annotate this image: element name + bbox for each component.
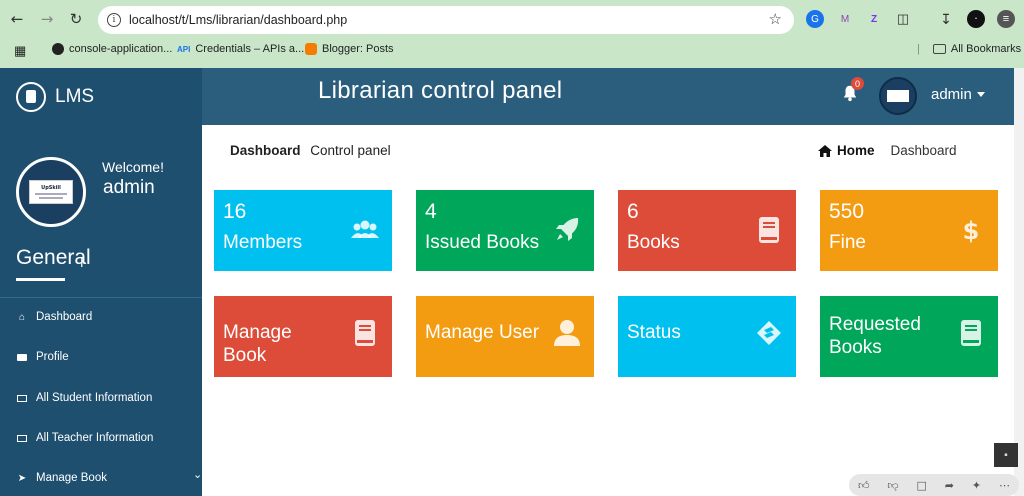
extension-icon[interactable]: G [806, 10, 824, 28]
users-icon [351, 220, 379, 238]
extensions-puzzle-icon[interactable]: ◫ [894, 10, 912, 28]
book-icon [759, 217, 779, 243]
divider [0, 297, 202, 298]
browser-chrome: ← → ↻ i localhost/t/Lms/librarian/dashbo… [0, 0, 1024, 68]
comment-icon[interactable]: □ [916, 479, 926, 492]
address-bar[interactable]: i localhost/t/Lms/librarian/dashboard.ph… [98, 6, 794, 34]
id-card-icon [16, 352, 28, 362]
thumbs-down-icon[interactable]: 👎︎ [887, 479, 898, 492]
forward-icon[interactable]: → [36, 8, 58, 30]
download-icon[interactable]: ↧ [937, 10, 955, 28]
bookmark-item[interactable]: console-application... [52, 43, 172, 55]
home-icon [818, 144, 832, 157]
tile-manage-user[interactable]: Manage User [416, 296, 594, 377]
rocket-icon [556, 218, 579, 241]
welcome-text: Welcome! [102, 159, 164, 175]
tile-requested-books[interactable]: Requested Books [820, 296, 998, 377]
page-title: Librarian control panel [318, 77, 563, 104]
breadcrumb-home[interactable]: Home [818, 143, 875, 158]
share-icon[interactable]: ➦ [945, 479, 954, 492]
menu-icon[interactable]: ≡ [997, 10, 1015, 28]
thumbs-up-icon[interactable]: 👍︎ [858, 479, 870, 492]
tile-fine[interactable]: 550 Fine $ [820, 190, 998, 271]
tile-issued-books[interactable]: 4 Issued Books [416, 190, 594, 271]
sidebar-item-manage-book[interactable]: ➤ Manage Book [16, 469, 107, 487]
profile-avatar[interactable]: • [967, 10, 985, 28]
extension-icon[interactable]: M [836, 10, 854, 28]
site-info-icon[interactable]: i [107, 13, 121, 27]
book-icon [355, 320, 375, 346]
extension-icon[interactable]: Z [865, 10, 883, 28]
dollar-icon: $ [963, 217, 980, 245]
floating-toolbar: 👍︎ 👎︎ □ ➦ ✦ ⋯ [849, 474, 1019, 496]
sidebar-item-dashboard[interactable]: ⌂ Dashboard [16, 308, 92, 326]
user-menu[interactable]: admin [931, 86, 985, 103]
folder-icon [932, 44, 946, 54]
section-underline [16, 278, 65, 281]
svg-text:$: $ [963, 217, 980, 245]
url-text[interactable]: localhost/t/Lms/librarian/dashboard.php [129, 13, 347, 27]
sidebar-user-name: admin [103, 177, 155, 198]
bookmarks-bar: ▦ console-application... API Credentials … [0, 40, 1024, 62]
avatar[interactable] [879, 77, 917, 115]
tile-status[interactable]: Status [618, 296, 796, 377]
home-icon: ⌂ [18, 311, 26, 323]
blogger-icon [305, 43, 317, 55]
scrollbar[interactable] [1014, 68, 1024, 496]
sidebar-item-profile[interactable]: Profile [16, 348, 69, 366]
book-logo-icon [16, 81, 46, 112]
bookmark-item[interactable]: Blogger: Posts [305, 43, 394, 55]
sidebar-avatar: UpSkill [16, 157, 86, 227]
content-title: Dashboard [230, 143, 301, 158]
sparkle-icon[interactable]: ✦ [972, 479, 981, 492]
tile-members[interactable]: 16 Members [214, 190, 392, 271]
book-icon [961, 320, 981, 346]
layers-icon [757, 321, 781, 345]
logo[interactable]: LMS [0, 68, 202, 125]
apps-grid-icon[interactable]: ▦ [14, 43, 26, 59]
content-header: Dashboard Control panel [230, 143, 391, 158]
monitor-icon [16, 433, 28, 443]
top-navbar: LMS Librarian control panel 0 admin [0, 68, 1014, 125]
github-icon [52, 43, 64, 55]
content-subtitle: Control panel [310, 143, 391, 158]
breadcrumb-current: Dashboard [890, 143, 957, 158]
caret-down-icon [976, 92, 985, 97]
main-content: Dashboard Control panel Home Dashboard 1… [202, 125, 1014, 496]
chevron-down-icon[interactable]: ⌄ [193, 468, 202, 481]
sidebar: UpSkill Welcome! admin General I ⌂ Dashb… [0, 125, 202, 496]
tile-books[interactable]: 6 Books [618, 190, 796, 271]
sidebar-item-teachers[interactable]: All Teacher Information [16, 429, 153, 447]
paper-plane-icon: ➤ [17, 472, 27, 484]
more-icon[interactable]: ⋯ [999, 479, 1010, 492]
all-bookmarks[interactable]: | All Bookmarks [917, 43, 1021, 55]
bookmark-star-icon[interactable]: ☆ [769, 10, 782, 28]
sidebar-item-students[interactable]: All Student Information [16, 389, 152, 407]
video-thumbnail[interactable]: ▪ [994, 443, 1018, 467]
tile-manage-book[interactable]: Manage Book [214, 296, 392, 377]
bookmark-item[interactable]: API Credentials – APIs a... [177, 43, 304, 55]
user-icon [554, 320, 580, 346]
notification-badge: 0 [851, 77, 864, 90]
user-name: admin [931, 86, 972, 103]
back-icon[interactable]: ← [6, 8, 28, 30]
text-cursor-icon: I [80, 256, 84, 270]
monitor-icon [16, 393, 28, 403]
breadcrumb: Home Dashboard [818, 143, 957, 158]
api-icon: API [177, 44, 191, 54]
logo-text: LMS [55, 85, 95, 107]
reload-icon[interactable]: ↻ [65, 8, 87, 30]
lms-app: LMS Librarian control panel 0 admin UpSk… [0, 68, 1014, 496]
